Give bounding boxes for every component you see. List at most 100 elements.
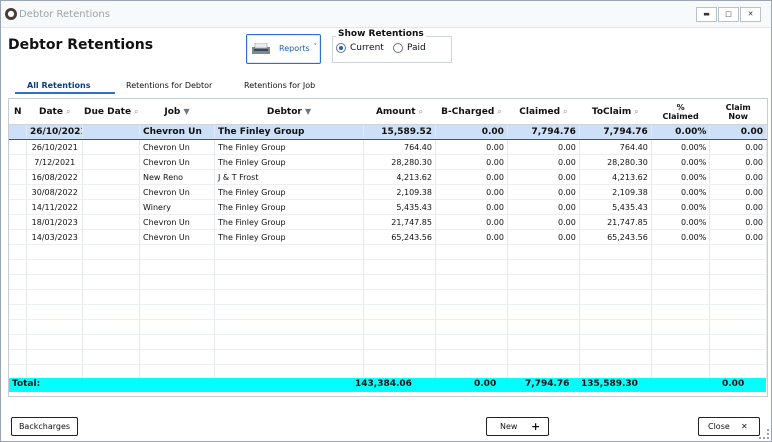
cell-due	[82, 259, 140, 275]
col-header-debtor[interactable]: Debtor ▼	[214, 99, 364, 125]
table-row[interactable]	[9, 289, 767, 305]
page-title: Debtor Retentions	[8, 37, 154, 53]
cell-job	[139, 289, 216, 305]
cell-job: Chevron Un	[139, 139, 216, 155]
cell-pct: 0.00%	[651, 184, 711, 200]
cell-toclaim: 4,213.62	[579, 169, 652, 185]
cell-debtor: The Finley Group	[214, 184, 365, 200]
table-row[interactable]: 18/01/2023 Chevron Un The Finley Group 21,7…	[9, 214, 767, 230]
retentions-table: N Date ⌕ Due Date ⌕ Job ▼ Debtor ▼ Amount ⌕…	[9, 99, 767, 380]
table-row[interactable]: 26/10/2021 Chevron Un The Finley Group 15,5…	[9, 124, 767, 140]
search-icon[interactable]: ⌕	[563, 107, 567, 116]
col-header-n[interactable]: N	[9, 99, 27, 125]
table-row[interactable]: 30/08/2022 Chevron Un The Finley Group 2,10…	[9, 184, 767, 200]
table-row[interactable]	[9, 244, 767, 260]
search-icon[interactable]: ⌕	[497, 107, 501, 116]
radio-current[interactable]	[336, 43, 346, 53]
cell-pct	[651, 334, 711, 350]
col-header-claim-now[interactable]: Claim Now	[709, 99, 767, 125]
cell-job: Chevron Un	[139, 184, 216, 200]
table-row[interactable]	[9, 304, 767, 320]
resize-grip-icon[interactable]	[759, 429, 769, 439]
col-header-date[interactable]: Date ⌕	[26, 99, 83, 125]
cell-amount	[363, 349, 436, 365]
tab-retentions-for-job[interactable]: Retentions for Job	[244, 81, 315, 90]
reports-button[interactable]: Reports ˅	[246, 34, 321, 64]
cell-job	[139, 334, 216, 350]
cell-due	[82, 334, 140, 350]
table-row[interactable]	[9, 319, 767, 335]
table-row[interactable]: 14/03/2023 Chevron Un The Finley Group 65,2…	[9, 229, 767, 245]
table-row[interactable]	[9, 349, 767, 365]
total-b-charged: 0.00	[474, 379, 497, 389]
cell-date: 14/11/2022	[26, 199, 84, 215]
table-row[interactable]	[9, 334, 767, 350]
cell-claimed	[507, 319, 580, 335]
new-button[interactable]: New +	[486, 417, 549, 436]
cell-bcharged	[435, 274, 508, 290]
backcharges-label: Backcharges	[18, 422, 71, 431]
cell-debtor: The Finley Group	[214, 214, 365, 230]
col-header-b-charged[interactable]: B-Charged ⌕	[435, 99, 508, 125]
window-title: Debtor Retentions	[19, 9, 110, 20]
close-window-icon[interactable]: ✕	[740, 7, 761, 22]
col-header-toclaim[interactable]: ToClaim ⌕	[579, 99, 652, 125]
close-label: Close	[708, 422, 730, 431]
cell-due	[82, 244, 140, 260]
cell-date: 26/10/2021	[26, 139, 84, 155]
cell-bcharged	[435, 319, 508, 335]
cell-pct: 0.00%	[651, 124, 711, 140]
cell-due	[82, 124, 140, 140]
table-row[interactable]: 7/12/2021 Chevron Un The Finley Group 28,28…	[9, 154, 767, 170]
table-row[interactable]	[9, 259, 767, 275]
cell-debtor	[214, 334, 365, 350]
col-header-job[interactable]: Job ▼	[139, 99, 215, 125]
cell-debtor	[214, 319, 365, 335]
retentions-grid[interactable]: N Date ⌕ Due Date ⌕ Job ▼ Debtor ▼ Amount ⌕…	[8, 98, 768, 397]
cell-toclaim	[579, 304, 652, 320]
table-row[interactable]	[9, 274, 767, 290]
close-button[interactable]: Close ✕	[698, 417, 760, 436]
radio-current-label[interactable]: Current	[350, 43, 384, 53]
cell-job: New Reno	[139, 169, 216, 185]
cell-claimed	[507, 259, 580, 275]
cell-claimed: 7,794.76	[507, 124, 580, 140]
cell-claimnow	[709, 244, 767, 260]
cell-pct: 0.00%	[651, 169, 711, 185]
table-row[interactable]: 26/10/2021 Chevron Un The Finley Group 764.…	[9, 139, 767, 155]
row-marker	[9, 229, 27, 245]
radio-paid-label[interactable]: Paid	[407, 43, 426, 53]
filter-icon[interactable]: ▼	[305, 107, 311, 116]
minimize-icon[interactable]: ▬	[696, 7, 717, 22]
tab-all-retentions[interactable]: All Retentions	[27, 81, 91, 90]
col-header-claimed[interactable]: Claimed ⌕	[507, 99, 580, 125]
cell-pct	[651, 259, 711, 275]
cell-amount: 15,589.52	[363, 124, 436, 140]
cell-claimnow	[709, 259, 767, 275]
col-header-amount[interactable]: Amount ⌕	[363, 99, 436, 125]
col-header-due-date[interactable]: Due Date ⌕	[82, 99, 140, 125]
cell-due	[82, 289, 140, 305]
search-icon[interactable]: ⌕	[134, 107, 138, 116]
cell-bcharged: 0.00	[435, 229, 508, 245]
col-header-pct-claimed[interactable]: % Claimed	[651, 99, 710, 125]
cell-claimed: 0.00	[507, 229, 580, 245]
radio-paid[interactable]	[393, 43, 403, 53]
cell-claimed	[507, 349, 580, 365]
tab-retentions-for-debtor[interactable]: Retentions for Debtor	[126, 81, 212, 90]
search-icon[interactable]: ⌕	[634, 107, 638, 116]
row-marker	[9, 304, 27, 320]
cell-toclaim: 2,109.38	[579, 184, 652, 200]
new-label: New	[500, 422, 518, 431]
search-icon[interactable]: ⌕	[419, 107, 423, 116]
cell-bcharged: 0.00	[435, 199, 508, 215]
maximize-icon[interactable]: □	[718, 7, 739, 22]
filter-icon[interactable]: ▼	[183, 107, 189, 116]
search-icon[interactable]: ⌕	[66, 107, 70, 116]
cell-date	[26, 334, 84, 350]
table-row[interactable]: 14/11/2022 Winery The Finley Group 5,435.43…	[9, 199, 767, 215]
table-row[interactable]: 16/08/2022 New Reno J & T Frost 4,213.62 0.0…	[9, 169, 767, 185]
total-label: Total:	[12, 379, 41, 389]
backcharges-button[interactable]: Backcharges	[11, 417, 78, 436]
cell-job: Chevron Un	[139, 214, 216, 230]
